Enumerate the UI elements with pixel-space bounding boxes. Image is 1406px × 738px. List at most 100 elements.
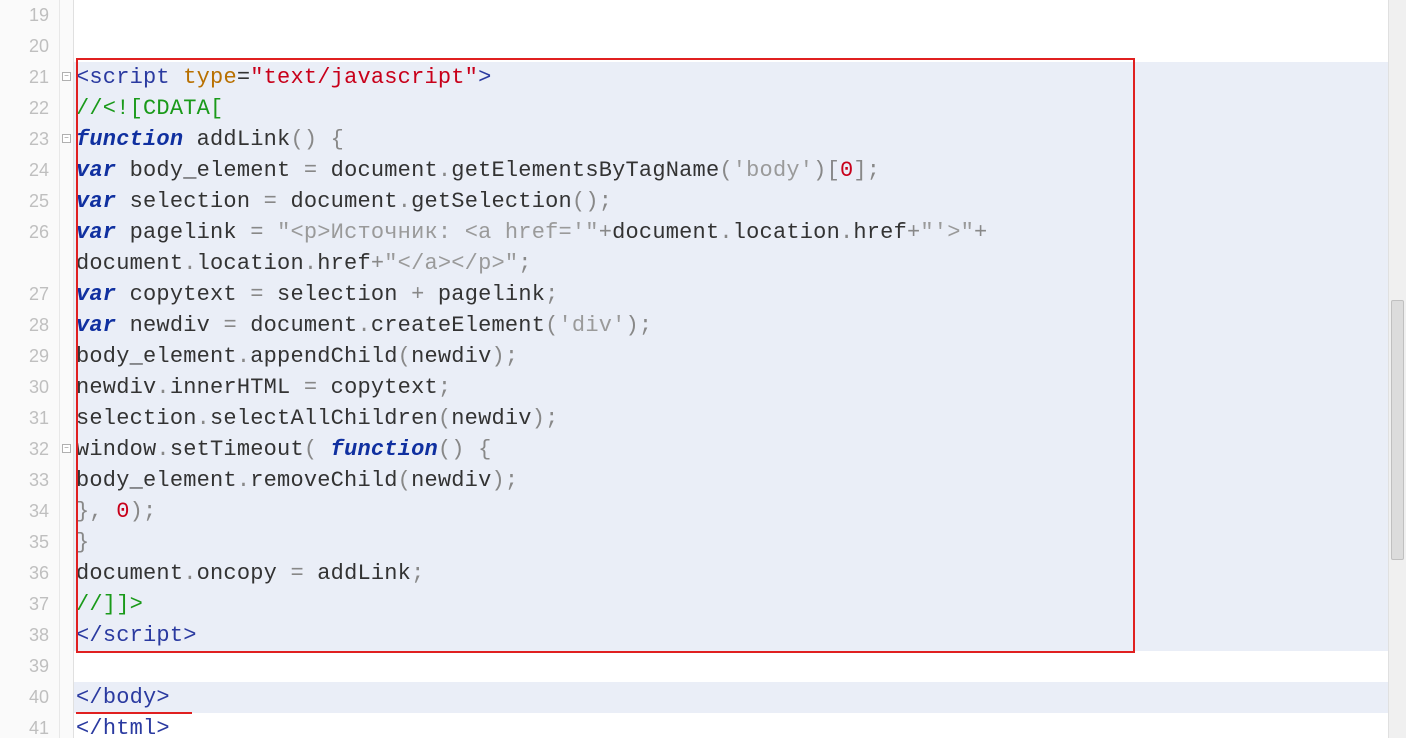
code-line[interactable]: selection.selectAllChildren(newdiv); (74, 403, 1406, 434)
token: ( (719, 158, 732, 183)
vertical-scrollbar[interactable] (1388, 0, 1406, 738)
code-line[interactable]: var newdiv = document.createElement('div… (74, 310, 1406, 341)
token: 0 (840, 158, 853, 183)
token: href (317, 251, 371, 276)
code-line[interactable]: var selection = document.getSelection(); (74, 186, 1406, 217)
token: + (411, 282, 424, 307)
token: var (76, 282, 116, 307)
code-line[interactable]: document.location.href+"</a></p>"; (74, 248, 1406, 279)
code-line[interactable] (74, 651, 1406, 682)
code-line[interactable] (74, 31, 1406, 62)
token: = (304, 375, 317, 400)
token: function (76, 127, 183, 152)
fold-column[interactable]: − − − (60, 0, 74, 738)
line-number (0, 248, 59, 279)
code-line[interactable]: }, 0); (74, 496, 1406, 527)
code-line[interactable]: window.setTimeout( function() { (74, 434, 1406, 465)
token: () (290, 127, 317, 152)
code-line[interactable]: //<![CDATA[ (74, 93, 1406, 124)
token: 'div' (559, 313, 626, 338)
token: pagelink (425, 282, 546, 307)
token: pagelink (116, 220, 250, 245)
token: document (317, 158, 438, 183)
token: innerHTML (170, 375, 304, 400)
token: document (277, 189, 398, 214)
token: newdiv (76, 375, 156, 400)
line-number: 23 (0, 124, 59, 155)
line-number: 37 (0, 589, 59, 620)
token: > (156, 716, 169, 738)
code-line[interactable] (74, 0, 1406, 31)
token: appendChild (250, 344, 397, 369)
token: window (76, 437, 156, 462)
token: var (76, 220, 116, 245)
token: ( (304, 437, 331, 462)
token: body (103, 685, 157, 710)
token: addLink (304, 561, 411, 586)
code-line[interactable]: document.oncopy = addLink; (74, 558, 1406, 589)
fold-toggle-icon[interactable]: − (62, 134, 71, 143)
token: . (438, 158, 451, 183)
token: ( (398, 344, 411, 369)
token: ]; (853, 158, 880, 183)
token: location (733, 220, 840, 245)
code-editor[interactable]: 1920212223242526272829303132333435363738… (0, 0, 1406, 738)
token: > (156, 685, 169, 710)
line-number: 38 (0, 620, 59, 651)
token: ); (130, 499, 157, 524)
line-number: 33 (0, 465, 59, 496)
token: ); (532, 406, 559, 431)
token: var (76, 189, 116, 214)
code-line[interactable]: var copytext = selection + pagelink; (74, 279, 1406, 310)
token: removeChild (250, 468, 397, 493)
token: = (237, 65, 250, 90)
token: newdiv (116, 313, 223, 338)
token: + (599, 220, 612, 245)
code-line[interactable]: body_element.appendChild(newdiv); (74, 341, 1406, 372)
code-line[interactable]: body_element.removeChild(newdiv); (74, 465, 1406, 496)
token: //<![CDATA[ (76, 96, 223, 121)
token: selectAllChildren (210, 406, 438, 431)
code-line[interactable]: } (74, 527, 1406, 558)
token: 0 (116, 499, 129, 524)
token: { (478, 437, 491, 462)
code-text-area[interactable]: <script type="text/javascript"> //<![CDAT… (74, 0, 1406, 738)
token: { (331, 127, 344, 152)
line-number-gutter: 1920212223242526272829303132333435363738… (0, 0, 60, 738)
code-line[interactable]: var body_element = document.getElementsB… (74, 155, 1406, 186)
scrollbar-thumb[interactable] (1391, 300, 1404, 560)
token: </ (76, 716, 103, 738)
line-number: 19 (0, 0, 59, 31)
line-number: 26 (0, 217, 59, 248)
token: document (76, 251, 183, 276)
code-line[interactable]: //]]> (74, 589, 1406, 620)
line-number: 34 (0, 496, 59, 527)
fold-toggle-icon[interactable]: − (62, 444, 71, 453)
token: . (237, 468, 250, 493)
token: </ (76, 685, 103, 710)
token: ); (492, 468, 519, 493)
token: newdiv (411, 468, 491, 493)
code-line[interactable]: </body> (74, 682, 1406, 713)
token: . (156, 437, 169, 462)
token: "text/javascript" (250, 65, 478, 90)
code-line[interactable]: var pagelink = "<p>Источник: <a href='"+… (74, 217, 1406, 248)
code-line[interactable]: </html> (74, 713, 1406, 738)
token: . (398, 189, 411, 214)
fold-toggle-icon[interactable]: − (62, 72, 71, 81)
token: getSelection (411, 189, 572, 214)
token: 'body' (733, 158, 813, 183)
token: selection (264, 282, 411, 307)
token: > (478, 65, 491, 90)
line-number: 40 (0, 682, 59, 713)
token: //]]> (76, 592, 143, 617)
code-line[interactable]: function addLink() { (74, 124, 1406, 155)
token (317, 127, 330, 152)
token: body_element (116, 158, 304, 183)
token: < (76, 65, 89, 90)
code-line[interactable]: <script type="text/javascript"> (74, 62, 1406, 93)
token: ; (545, 282, 558, 307)
code-line[interactable]: </script> (74, 620, 1406, 651)
line-number: 30 (0, 372, 59, 403)
code-line[interactable]: newdiv.innerHTML = copytext; (74, 372, 1406, 403)
